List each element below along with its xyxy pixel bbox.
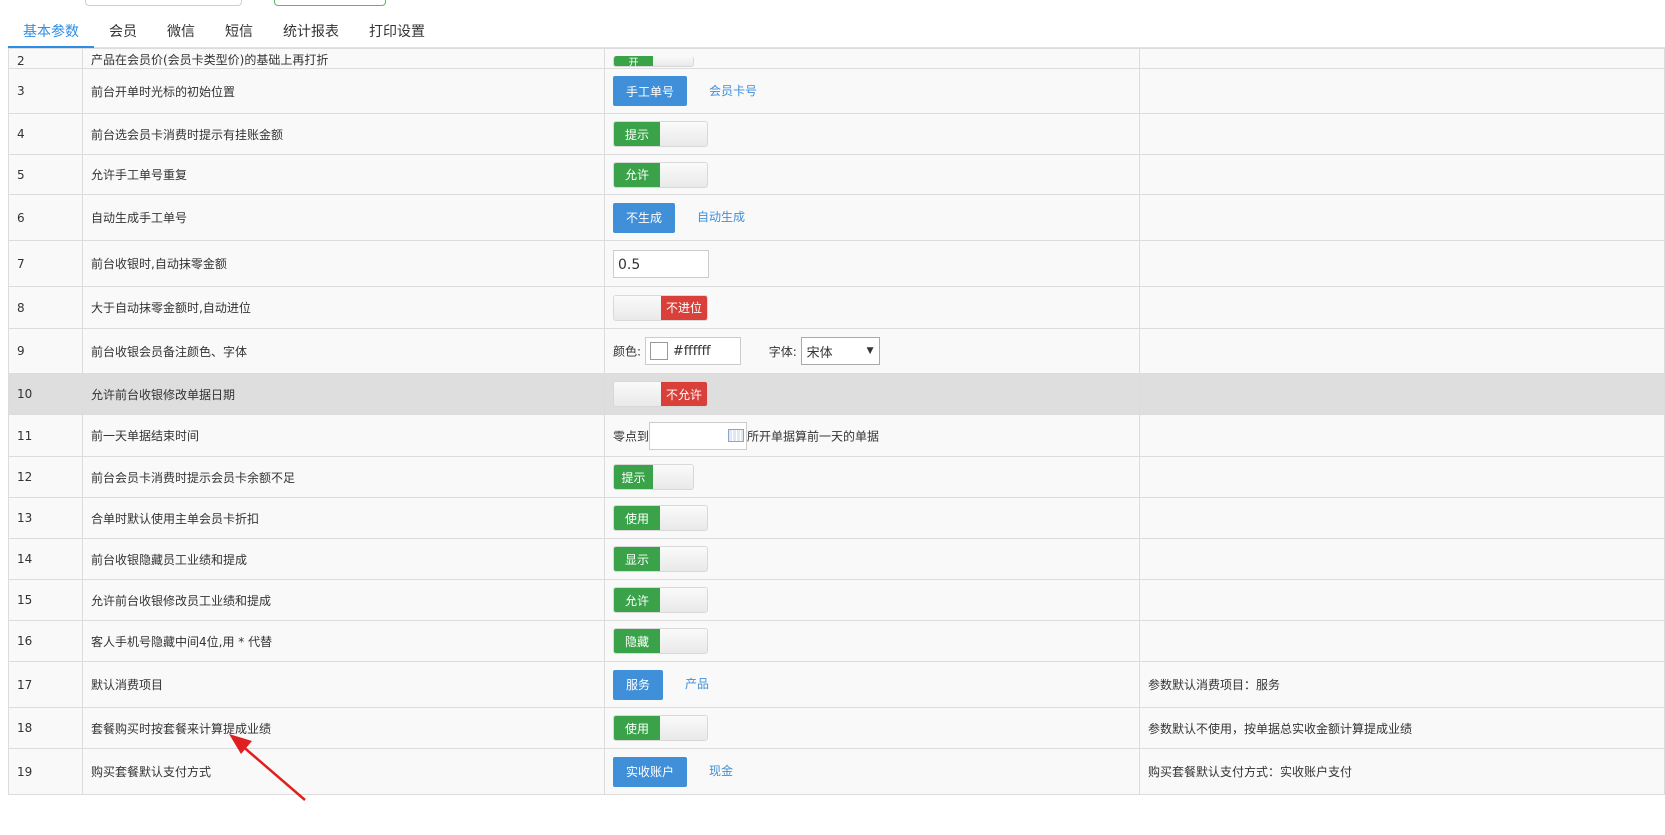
toggle-switch[interactable]: 显示 [613, 546, 708, 572]
table-row: 17 默认消费项目 服务 产品 参数默认消费项目：服务 [8, 661, 1665, 708]
tab-wechat[interactable]: 微信 [152, 13, 210, 46]
table-row: 18 套餐购买时按套餐来计算提成业绩 使用 参数默认不使用，按单据总实收金额计算… [8, 707, 1665, 749]
table-row: 2 产品在会员价(会员卡类型价)的基础上再打折 开 [8, 48, 1665, 69]
table-row: 14 前台收银隐藏员工业绩和提成 显示 [8, 538, 1665, 580]
toggle-switch[interactable]: 允许 [613, 587, 708, 613]
params-table-container: 2 产品在会员价(会员卡类型价)的基础上再打折 开 3 前台开单时光标的初始位置… [8, 48, 1665, 807]
end-time-input[interactable] [649, 421, 748, 450]
settings-tabs: 基本参数 会员 微信 短信 统计报表 打印设置 [8, 13, 1665, 48]
toggle-switch[interactable]: 使用 [613, 505, 708, 531]
table-row: 10 允许前台收银修改单据日期 不允许 [8, 373, 1665, 415]
table-row: 13 合单时默认使用主单会员卡折扣 使用 [8, 497, 1665, 539]
toggle-switch[interactable]: 不进位 [613, 294, 708, 321]
table-row: 7 前台收银时,自动抹零金额 0.5 [8, 240, 1665, 287]
tab-basic-params[interactable]: 基本参数 [8, 13, 94, 48]
top-input-fragment [85, 0, 242, 6]
table-row: 3 前台开单时光标的初始位置 手工单号 会员卡号 [8, 68, 1665, 114]
table-row: 15 允许前台收银修改员工业绩和提成 允许 [8, 579, 1665, 621]
cash-option[interactable]: 现金 [709, 764, 733, 778]
row-note: 参数默认消费项目：服务 [1139, 661, 1665, 708]
received-account-button[interactable]: 实收账户 [613, 756, 688, 787]
table-row: 11 前一天单据结束时间 零点到 所开单据算前一天的单据 [8, 414, 1665, 457]
cursor-manual-no-button[interactable]: 手工单号 [613, 76, 688, 106]
color-field[interactable]: #ffffff [644, 337, 741, 365]
font-label: 字体: [768, 344, 797, 359]
product-option[interactable]: 产品 [685, 677, 709, 691]
round-off-amount-input[interactable]: 0.5 [613, 249, 709, 278]
service-button[interactable]: 服务 [613, 669, 664, 700]
caret-down-icon: ▼ [866, 346, 874, 356]
toggle-switch[interactable]: 提示 [613, 121, 708, 147]
toggle-switch[interactable]: 使用 [613, 715, 708, 741]
auto-generate-option[interactable]: 自动生成 [697, 210, 745, 224]
toggle-switch[interactable]: 不允许 [613, 381, 708, 407]
table-row: 8 大于自动抹零金额时,自动进位 不进位 [8, 286, 1665, 329]
tab-print-settings[interactable]: 打印设置 [354, 13, 440, 46]
table-row: 4 前台选会员卡消费时提示有挂账金额 提示 [8, 113, 1665, 155]
row-note: 购买套餐默认支付方式：实收账户支付 [1139, 748, 1665, 795]
toggle-switch[interactable]: 提示 [613, 464, 694, 490]
toggle-switch[interactable]: 允许 [613, 161, 708, 188]
table-row: 19 购买套餐默认支付方式 实收账户 现金 购买套餐默认支付方式：实收账户支付 [8, 748, 1665, 795]
table-row: 5 允许手工单号重复 允许 [8, 154, 1665, 195]
table-row: 16 客人手机号隐藏中间4位,用 * 代替 隐藏 [8, 620, 1665, 662]
tab-statistics[interactable]: 统计报表 [268, 13, 354, 46]
tab-sms[interactable]: 短信 [210, 13, 268, 46]
table-row: 9 前台收银会员备注颜色、字体 颜色: #ffffff 字体: 宋体 ▼ [8, 328, 1665, 374]
color-label: 颜色: [613, 344, 642, 359]
row-note: 参数默认不使用，按单据总实收金额计算提成业绩 [1139, 707, 1665, 749]
toggle-switch[interactable]: 开 [613, 56, 694, 67]
cursor-card-no-option[interactable]: 会员卡号 [709, 84, 757, 98]
time-prefix-label: 零点到 [613, 429, 650, 443]
params-table: 2 产品在会员价(会员卡类型价)的基础上再打折 开 3 前台开单时光标的初始位置… [8, 48, 1665, 795]
color-swatch[interactable] [649, 342, 668, 360]
tab-member[interactable]: 会员 [94, 13, 152, 46]
calendar-icon[interactable] [728, 429, 745, 442]
table-row: 12 前台会员卡消费时提示会员卡余额不足 提示 [8, 456, 1665, 498]
no-generate-button[interactable]: 不生成 [613, 202, 676, 233]
font-select[interactable]: 宋体 ▼ [800, 337, 880, 365]
top-button-fragment [274, 0, 386, 6]
table-row: 6 自动生成手工单号 不生成 自动生成 [8, 194, 1665, 241]
toggle-switch[interactable]: 隐藏 [613, 628, 708, 654]
time-suffix-label: 所开单据算前一天的单据 [747, 429, 880, 443]
